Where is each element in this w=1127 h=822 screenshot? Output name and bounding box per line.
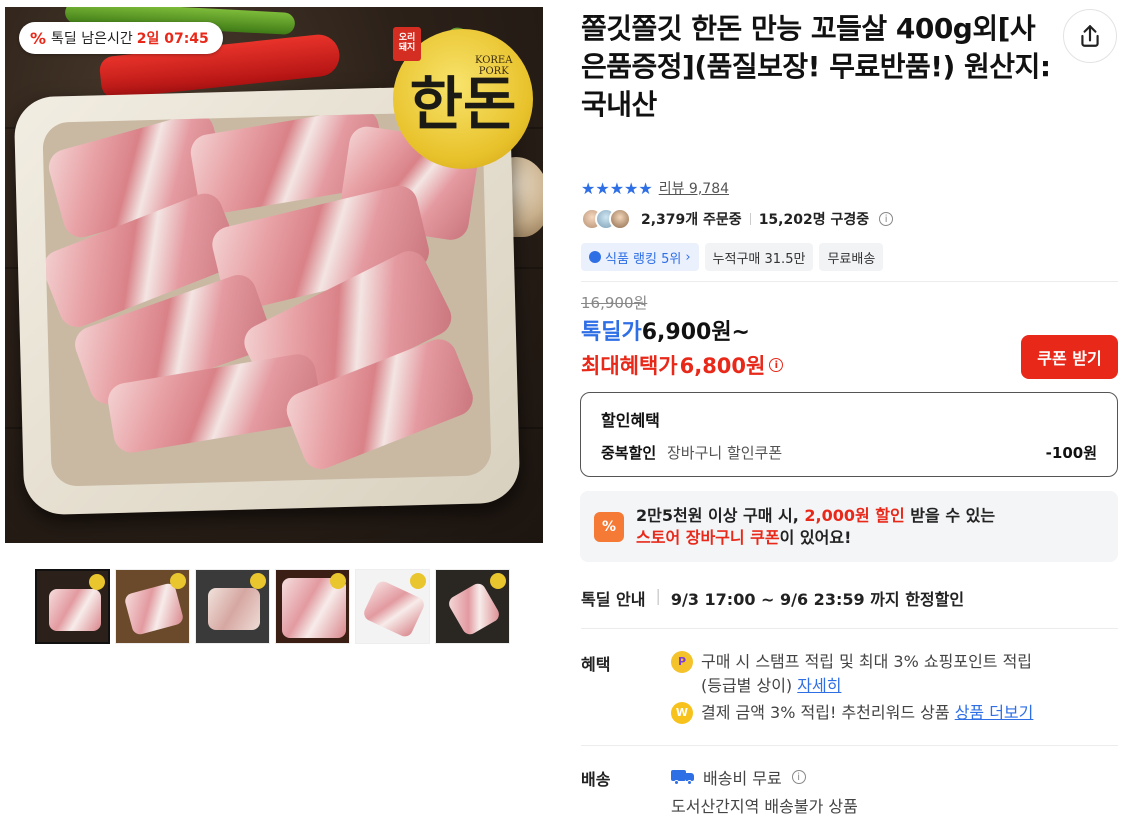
store-coupon-discount: 2,000원 할인 [804, 505, 905, 525]
thumbnail-4[interactable] [275, 569, 350, 644]
shipping-section-label: 배송 [581, 770, 611, 789]
order-status-row: 2,379개 주문중 15,202명 구경중 i [581, 208, 894, 230]
thumbnail-logo [410, 573, 426, 589]
cumulative-purchase-label: 누적구매 31.5만 [712, 251, 806, 267]
divider: | [655, 586, 661, 605]
review-link[interactable]: 리뷰 9,784 [659, 178, 729, 198]
store-coupon-line1-end: 받을 수 있는 [904, 505, 996, 525]
info-icon[interactable]: i [791, 770, 806, 784]
discount-row-value: 장바구니 할인쿠폰 [666, 444, 783, 462]
store-coupon-name: 스토어 장바구니 쿠폰 [636, 527, 780, 547]
benefit-text-1: 구매 시 스탬프 적립 및 최대 3% 쇼핑포인트 적립 [701, 652, 1033, 671]
deal-timer-badge: % 톡딜 남은시간 2일 07:45 [19, 22, 223, 54]
deal-price-value: 6,900원~ [641, 320, 750, 345]
thumbnail-5[interactable] [355, 569, 430, 644]
thumbnail-2[interactable] [115, 569, 190, 644]
thumbnail-meat [49, 589, 101, 631]
store-coupon-banner[interactable]: % 2만5천원 이상 구매 시, 2,000원 할인 받을 수 있는 스토어 장… [580, 491, 1118, 562]
thumbnail-logo [170, 573, 186, 589]
thumbnail-logo [89, 574, 105, 590]
share-icon [1081, 25, 1099, 47]
ordering-count: 2,379개 주문중 [641, 212, 742, 228]
get-coupon-button[interactable]: 쿠폰 받기 [1021, 335, 1118, 379]
badge-row: 식품 랭킹 5위 › 누적구매 31.5만 무료배송 [581, 243, 884, 271]
store-coupon-line1: 2만5천원 이상 구매 시, [636, 505, 805, 525]
thumbnail-3[interactable] [195, 569, 270, 644]
star-rating-icon: ★★★★★ [581, 178, 653, 198]
shipping-fee-row: 배송비 무료 i [671, 765, 806, 789]
benefit-section-label: 혜택 [581, 655, 611, 674]
thumbnail-1[interactable] [35, 569, 110, 644]
percent-icon: % [29, 28, 47, 48]
benefit-text-2: 결제 금액 3% 적립! 추천리워드 상품 [701, 703, 950, 722]
store-coupon-line2-end: 이 있어요! [779, 527, 852, 547]
thumbnail-logo [330, 573, 346, 589]
divider [749, 213, 751, 225]
free-shipping-badge: 무료배송 [819, 243, 884, 271]
share-button[interactable] [1063, 9, 1117, 63]
thumbnail-meat [208, 588, 260, 630]
max-benefit-price: 최대혜택가 6,800원 i [581, 350, 784, 380]
benefit-text-1b: (등급별 상이) [701, 676, 793, 695]
shipping-note: 도서산간지역 배송불가 상품 [671, 797, 858, 816]
shipping-fee: 배송비 무료 [703, 769, 782, 788]
benefit-row-reward: W 결제 금액 3% 적립! 추천리워드 상품 상품 더보기 [671, 701, 1033, 725]
thumbnail-meat [123, 581, 185, 637]
ranking-icon [589, 251, 601, 263]
details-link[interactable]: 자세히 [797, 676, 841, 695]
seal-english-text: KOREA PORK [475, 55, 513, 77]
chevron-right-icon: › [685, 249, 691, 265]
deal-info-label: 톡딜 안내 [581, 590, 646, 609]
more-products-link[interactable]: 상품 더보기 [955, 703, 1034, 722]
deal-price: 톡딜가6,900원~ [581, 314, 750, 346]
product-title: 쫄깃쫄깃 한돈 만능 꼬들살 400g외[사은품증정](품질보장! 무료반품!)… [581, 12, 1051, 121]
point-coin-icon: P [671, 651, 693, 673]
free-shipping-label: 무료배송 [827, 251, 876, 267]
thumbnail-6[interactable] [435, 569, 510, 644]
deal-info-value: 9/3 17:00 ~ 9/6 23:59 까지 한정할인 [670, 590, 965, 609]
discount-row-label: 중복할인 [601, 444, 657, 462]
viewing-count: 15,202명 구경중 [758, 212, 870, 228]
buyer-avatars [581, 208, 631, 230]
thumbnail-logo [490, 573, 506, 589]
benefit-row-stamp: P 구매 시 스탬프 적립 및 최대 3% 쇼핑포인트 적립 (등급별 상이) … [671, 650, 1032, 698]
cumulative-purchase-badge: 누적구매 31.5만 [704, 243, 814, 271]
reward-coin-icon: W [671, 702, 693, 724]
truck-icon [671, 769, 695, 785]
thumbnail-logo [250, 573, 266, 589]
discount-benefit-box: 할인혜택 중복할인 장바구니 할인쿠폰 -100원 [580, 392, 1118, 477]
max-price-label: 최대혜택가 [581, 354, 678, 378]
divider [581, 628, 1118, 629]
deal-info-row: 톡딜 안내 | 9/3 17:00 ~ 9/6 23:59 까지 한정할인 [581, 586, 964, 610]
discount-amount: -100원 [1045, 444, 1097, 462]
seal-small-badge: 오리 돼지 [393, 27, 421, 61]
divider [581, 745, 1118, 746]
discount-row: 중복할인 장바구니 할인쿠폰 -100원 [601, 442, 1097, 463]
timer-remaining: 2일 07:45 [136, 31, 209, 47]
deal-price-label: 톡딜가 [581, 320, 642, 345]
store-coupon-text: 2만5천원 이상 구매 시, 2,000원 할인 받을 수 있는 스토어 장바구… [636, 505, 995, 549]
thumbnail-strip [35, 569, 510, 644]
avatar [609, 208, 631, 230]
ranking-badge-label: 식품 랭킹 5위 [605, 251, 682, 267]
ranking-badge[interactable]: 식품 랭킹 5위 › [581, 243, 699, 271]
max-price-value: 6,800원 [679, 354, 766, 378]
product-main-image[interactable]: 한돈 KOREA PORK 오리 돼지 [5, 7, 543, 543]
info-icon[interactable]: i [879, 212, 894, 226]
coupon-percent-icon: % [594, 511, 624, 542]
rating-row: ★★★★★ 리뷰 9,784 [581, 178, 729, 198]
info-icon[interactable]: i [769, 358, 784, 372]
thumbnail-meat [446, 580, 502, 638]
original-price: 16,900원 [581, 294, 648, 312]
divider [581, 281, 1118, 282]
discount-heading: 할인혜택 [601, 411, 660, 430]
timer-label: 톡딜 남은시간 [51, 31, 133, 47]
